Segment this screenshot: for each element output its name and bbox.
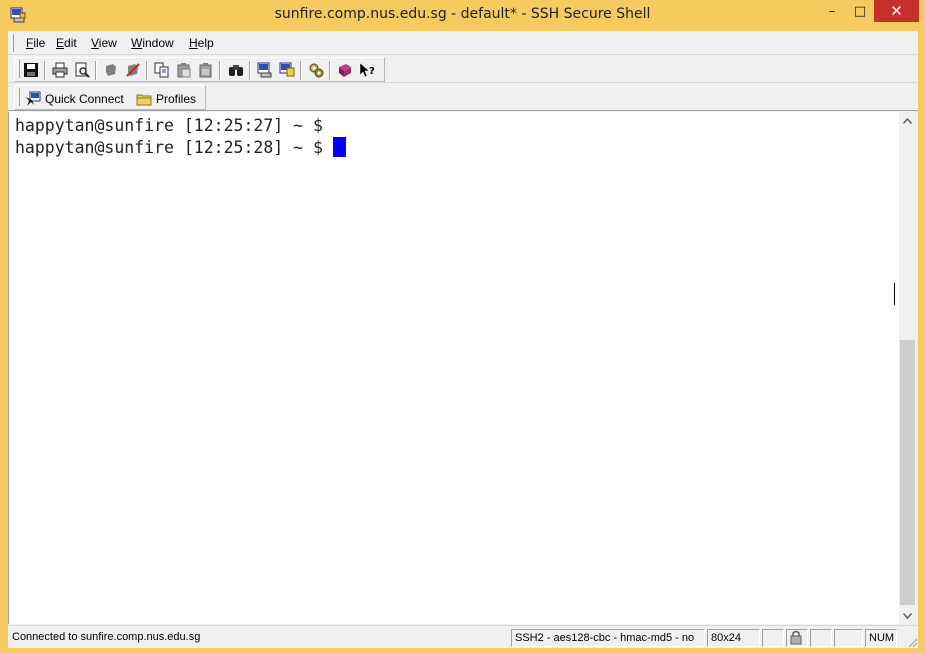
toolbar-separator [146, 61, 148, 80]
quick-connect-button[interactable]: Quick Connect [25, 90, 124, 108]
folder-icon [136, 94, 152, 106]
title-bar[interactable]: sunfire.comp.nus.edu.sg - default* - SSH… [0, 0, 925, 30]
toolbar-separator [300, 61, 302, 80]
toolbar-separator [95, 61, 97, 80]
print-icon[interactable] [51, 61, 69, 79]
context-help-icon[interactable]: ? [358, 61, 376, 79]
terminal-size-status: 80x24 [707, 629, 760, 647]
toolbar-group: ? [14, 57, 385, 82]
status-pane-empty [762, 629, 784, 647]
paste-icon[interactable] [175, 61, 193, 79]
quick-connect-label: Quick Connect [45, 92, 124, 106]
vertical-scrollbar[interactable] [899, 112, 916, 624]
menu-grip[interactable] [11, 34, 14, 52]
status-bar: Connected to sunfire.comp.nus.edu.sg SSH… [8, 625, 918, 648]
profiles-button[interactable]: Profiles [136, 90, 196, 108]
menu-file[interactable]: File [26, 36, 45, 50]
menu-view[interactable]: View [91, 36, 117, 50]
lock-icon [790, 630, 802, 645]
scrollbar-thumb[interactable] [900, 340, 915, 605]
status-pane-empty [834, 629, 863, 647]
profiles-label: Profiles [156, 92, 197, 106]
close-button[interactable]: ✕ [874, 0, 919, 22]
print-preview-icon[interactable] [73, 61, 91, 79]
toolbar-separator [44, 61, 46, 80]
ssh-window: sunfire.comp.nus.edu.sg - default* - SSH… [0, 0, 925, 653]
toolbar-separator [249, 61, 251, 80]
new-file-transfer-icon[interactable] [278, 61, 296, 79]
settings-icon[interactable] [307, 61, 325, 79]
status-pane-empty [810, 629, 832, 647]
terminal-line: happytan@sunfire [12:25:28] ~ $ [15, 137, 902, 159]
resize-grip-icon[interactable] [906, 636, 918, 648]
quick-connect-icon [26, 91, 41, 106]
menu-bar: File Edit View Window Help [8, 31, 918, 55]
remove-icon[interactable] [124, 61, 142, 79]
client-area: File Edit View Window Help ? Quick Conne… [8, 31, 918, 648]
minimize-button[interactable]: – [818, 0, 846, 22]
toolbar-grip[interactable] [17, 60, 20, 78]
toolbar-separator [329, 61, 331, 80]
cipher-status: SSH2 - aes128-cbc - hmac-md5 - no [511, 629, 705, 647]
encryption-status [786, 629, 808, 647]
profiles-bar-group: Quick Connect Profiles [14, 85, 206, 110]
terminal-screen[interactable]: happytan@sunfire [12:25:27] ~ $ happytan… [8, 112, 902, 624]
new-terminal-icon[interactable] [256, 61, 274, 79]
menu-help[interactable]: Help [189, 36, 214, 50]
help-topics-icon[interactable] [336, 61, 354, 79]
profiles-bar-grip[interactable] [17, 88, 20, 106]
text-caret [894, 283, 895, 305]
window-title: sunfire.comp.nus.edu.sg - default* - SSH… [274, 6, 651, 22]
svg-text:?: ? [369, 66, 375, 77]
maximize-button[interactable]: □ [846, 0, 874, 22]
toolbar: ? [8, 56, 918, 83]
num-lock-status: NUM [865, 629, 897, 647]
menu-window[interactable]: Window [131, 36, 174, 50]
find-icon[interactable] [227, 61, 245, 79]
paste-special-icon[interactable] [197, 61, 215, 79]
copy-icon[interactable] [153, 61, 171, 79]
toolbar-separator [219, 61, 221, 80]
terminal-line: happytan@sunfire [12:25:27] ~ $ [15, 116, 323, 135]
scroll-down-icon[interactable] [899, 607, 916, 624]
profiles-bar: Quick Connect Profiles [8, 84, 918, 111]
scroll-up-icon[interactable] [899, 112, 916, 129]
save-icon[interactable] [22, 61, 40, 79]
disconnect-icon[interactable] [102, 61, 120, 79]
connection-status: Connected to sunfire.comp.nus.edu.sg [12, 631, 201, 643]
terminal-cursor [332, 137, 346, 157]
menu-edit[interactable]: Edit [56, 36, 77, 50]
